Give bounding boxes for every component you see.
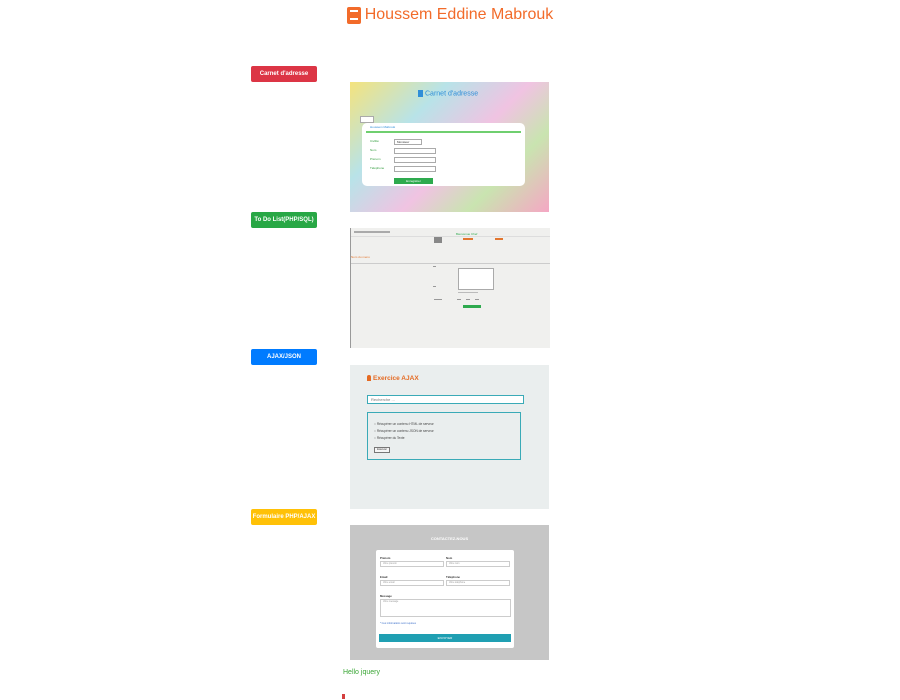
ajax-json-button[interactable]: AJAX/JSON [251, 349, 317, 365]
formulaire-screenshot[interactable]: CONTACTEZ-NOUS Prénom Votre prénom Nom V… [350, 525, 549, 660]
card2-field-label [433, 266, 436, 267]
nom-input[interactable] [394, 148, 436, 154]
card2-top-links [354, 231, 390, 233]
book-icon [346, 6, 361, 24]
card2-field-label [434, 299, 442, 300]
card2-submit-button[interactable] [463, 305, 481, 308]
card3-option-text[interactable]: ○ Récupérer du Texte [374, 436, 405, 440]
address-book-icon [418, 90, 423, 97]
card1-save-button[interactable]: Enregistrer [394, 178, 433, 184]
card3-search-input[interactable]: Recherche ... [367, 395, 524, 404]
card1-form-header: Houssem Mabrouk [370, 125, 396, 129]
page-title: Houssem Eddine Mabrouk [364, 6, 554, 23]
card2-option[interactable] [475, 299, 479, 300]
email-input[interactable]: Votre email [380, 580, 444, 586]
card2-option[interactable] [466, 299, 470, 300]
card3-option-json[interactable]: ○ Récupérer un contenu JSON de serveur [374, 429, 434, 433]
card2-textarea[interactable] [458, 268, 494, 290]
carnet-adresse-screenshot[interactable]: Carnet d'adresse Houssem Mabrouk Civilit… [350, 82, 549, 212]
card4-form: Prénom Votre prénom Nom Votre nom Email … [376, 550, 514, 648]
card4-title: CONTACTEZ-NOUS [430, 536, 469, 541]
card2-divider [351, 263, 550, 264]
card4-required-note: * Ces informations sont requises [380, 622, 416, 625]
card2-orange-mark-2 [495, 238, 503, 240]
message-textarea[interactable]: Votre message [380, 599, 511, 617]
card3-option-html[interactable]: ○ Récupérer un contenu HTML de serveur [374, 422, 434, 426]
telephone-label: Téléphone [370, 166, 385, 170]
card2-menu-title: Nom du menu [351, 255, 370, 259]
formulaire-php-ajax-button[interactable]: Formulaire PHP/AJAX [251, 509, 317, 525]
telephone-label: Téléphone [446, 575, 460, 579]
card4-submit-button[interactable]: ENVOYER [379, 634, 511, 642]
card1-chip [360, 116, 374, 123]
card1-form: Houssem Mabrouk Civilité Monsieur Nom Pr… [362, 123, 525, 186]
red-mark [342, 694, 345, 699]
carnet-adresse-button[interactable]: Carnet d'adresse [251, 66, 317, 82]
card2-logo [434, 237, 442, 243]
telephone-input[interactable] [394, 166, 436, 172]
person-icon [367, 375, 371, 382]
page-header: Houssem Eddine Mabrouk [0, 6, 900, 29]
card2-date-field[interactable] [458, 292, 478, 293]
todo-list-button[interactable]: To Do List(PHP/SQL) [251, 212, 317, 228]
card2-orange-mark [463, 238, 473, 240]
card2-welcome: Bienvenue Chef [456, 232, 478, 236]
card3-title: Exercice AJAX [367, 375, 419, 382]
prenom-input[interactable] [394, 157, 436, 163]
nom-label: Nom [446, 556, 453, 560]
card1-title: Carnet d'adresse [418, 90, 478, 97]
nom-input[interactable]: Votre nom [446, 561, 510, 567]
card3-options-box: ○ Récupérer un contenu HTML de serveur ○… [367, 412, 521, 460]
card2-field-label [433, 286, 436, 287]
telephone-input[interactable]: Votre téléphone [446, 580, 510, 586]
civilite-select[interactable]: Monsieur [394, 139, 422, 145]
prenom-label: Prénom [380, 556, 391, 560]
card1-form-divider [366, 131, 521, 133]
civilite-label: Civilité [370, 139, 379, 143]
ajax-json-screenshot[interactable]: Exercice AJAX Recherche ... ○ Récupérer … [350, 365, 549, 509]
prenom-input[interactable]: Votre prénom [380, 561, 444, 567]
todo-list-screenshot[interactable]: Bienvenue Chef Nom du menu [350, 228, 550, 348]
card2-option[interactable] [457, 299, 461, 300]
message-label: Message [380, 594, 392, 598]
card3-execute-button[interactable]: Exécuter [374, 447, 390, 453]
email-label: Email [380, 575, 388, 579]
prenom-label: Prénom [370, 157, 381, 161]
hello-jquery-text: Hello jquery [343, 669, 380, 676]
nom-label: Nom [370, 148, 377, 152]
